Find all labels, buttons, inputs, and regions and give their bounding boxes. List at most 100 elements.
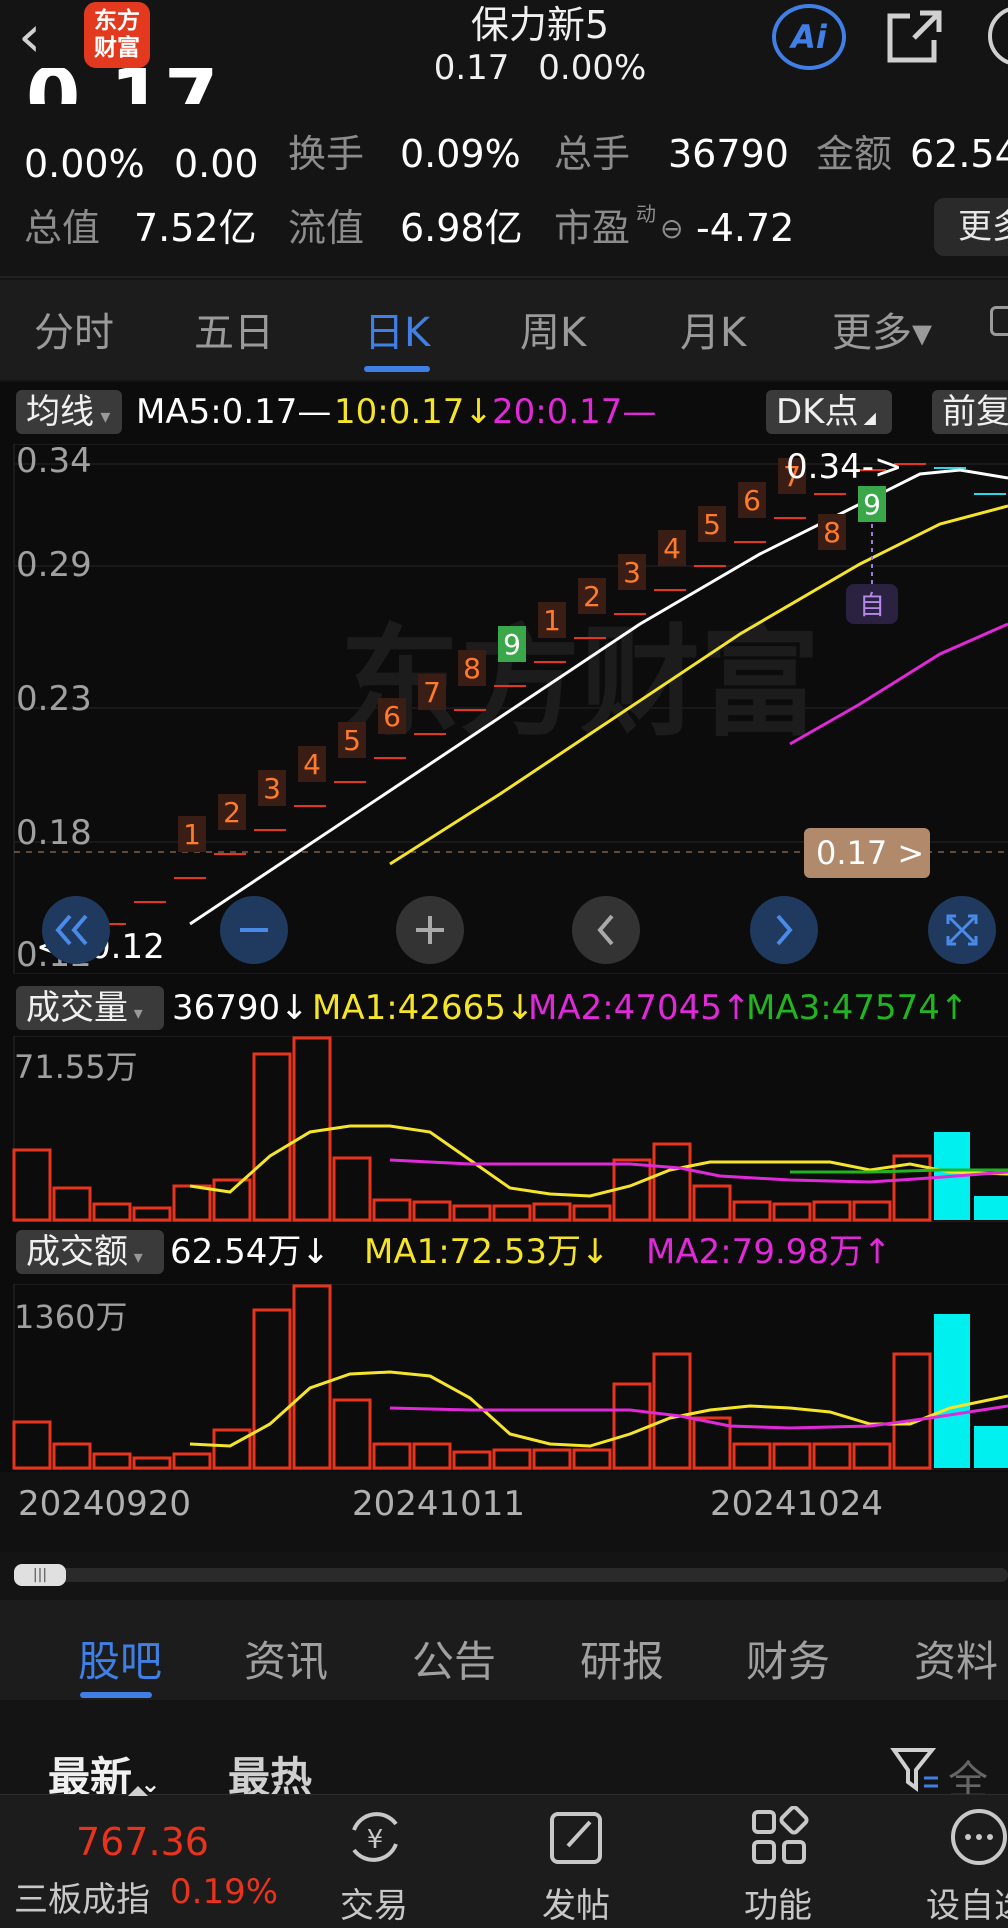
td-label-2: 2 [218,794,246,830]
logo-text-line2: 财富 [94,35,140,61]
ai-button[interactable]: Ai [772,4,846,70]
nav-functions[interactable]: 功能 [744,1878,812,1927]
tab-announcements[interactable]: 公告 [412,1628,496,1689]
amount-indicator-label: 成交额 [26,1232,128,1272]
volume-ymax: 71.55万 [14,1048,138,1086]
svg-text:8: 8 [823,516,841,549]
td-label-14: 5 [698,506,726,542]
fullscreen-icon[interactable] [926,894,998,966]
volume-value: 36790 [668,132,789,176]
scroll-left-icon[interactable] [570,894,642,966]
index-caret-icon [128,1786,148,1796]
price-line-tag[interactable]: 0.17 > [816,834,924,872]
amount-ma1: MA1:72.53万↓ [364,1232,610,1272]
header-change: 0.00% [538,48,647,88]
float-cap-value: 6.98亿 [400,206,523,250]
td-label-4: 4 [298,746,326,782]
kline-plot[interactable]: 东方财富 0.34 0.29 0.23 0.18 0.12 1 2 [0,444,1008,974]
td-label-13: 4 [658,530,686,566]
watermark: 东方财富 [340,614,820,753]
td-down-label-9: 9 [858,486,886,522]
yen-cycle-icon[interactable]: ¥ [344,1806,406,1868]
index-name[interactable]: 三板成指 [14,1872,150,1921]
td-label-7: 7 [418,674,446,710]
nav-post[interactable]: 发帖 [542,1878,610,1927]
tab-forum[interactable]: 股吧 [78,1628,162,1689]
pe-superscript: 动 [636,202,656,226]
tab-intraday[interactable]: 分时 [34,300,114,358]
tab-more[interactable]: 更多▾ [832,300,932,358]
adjust-button[interactable]: 前复 [932,390,1008,434]
divider [0,276,1008,278]
chart-scroll-track[interactable] [14,1568,1008,1582]
svg-text:8: 8 [463,652,481,685]
turnover-label: 换手 [288,132,365,176]
tab-research[interactable]: 研报 [580,1628,664,1689]
volume-ma1: MA1:42665↓ [312,988,535,1028]
td-label-9: 9 [498,626,526,662]
nav-add-watchlist[interactable]: 设自选 [926,1878,1008,1927]
logo-text-line1: 东方 [94,8,140,34]
volume-indicator-select[interactable]: 成交量 ▾ [16,986,164,1030]
svg-text:6: 6 [383,700,401,733]
svg-text:6: 6 [743,484,761,517]
svg-text:3: 3 [263,772,281,805]
tab-finance[interactable]: 财务 [746,1628,830,1689]
volume-ma3: MA3:47574↑ [746,988,969,1028]
tab-profile[interactable]: 资料 [914,1628,998,1689]
amount-ma2: MA2:79.98万↑ [646,1232,892,1272]
content-tab-indicator [80,1692,152,1698]
td-label-11: 2 [578,578,606,614]
header-price: 0.17 [433,48,510,88]
amount-plot-bg [13,1284,1008,1470]
turnover-value: 0.09% [400,132,521,176]
amount-plot[interactable]: 1360万 [0,1284,1008,1470]
edit-icon[interactable] [546,1806,608,1868]
grid-icon[interactable] [748,1806,810,1868]
indicator-select[interactable]: 均线 ▾ [16,390,122,434]
volume-indicator-label: 成交量 [26,988,128,1028]
index-value[interactable]: 767.36 [76,1820,209,1864]
svg-text:7: 7 [423,676,441,709]
x-tick: 20240920 [18,1484,192,1524]
share-icon[interactable] [884,8,944,66]
svg-text:2: 2 [583,580,601,613]
volume-current: 36790↓ [172,988,309,1028]
zoom-out-icon[interactable] [218,894,290,966]
scroll-start-icon[interactable] [40,894,112,966]
svg-text:4: 4 [663,532,681,565]
ma10-legend: 10:0.17↓ [334,392,493,432]
tab-daily-k[interactable]: 日K [364,300,430,358]
nav-trade[interactable]: 交易 [340,1878,408,1927]
tab-monthly-k[interactable]: 月K [680,300,746,358]
filter-icon[interactable] [890,1744,940,1794]
header-price-line: 0.17 0.00% [380,48,700,88]
td-label-12: 3 [618,554,646,590]
y-tick: 0.34 [16,444,92,481]
svg-text:¥: ¥ [367,1825,384,1855]
change-pct: 0.00% [24,142,145,186]
tab-five-day[interactable]: 五日 [194,300,274,358]
amount-ymax: 1360万 [14,1298,127,1336]
y-tick: 0.18 [16,813,92,853]
volume-plot[interactable]: 71.55万 [0,1036,1008,1222]
td-label-8: 8 [458,650,486,686]
scroll-right-icon[interactable] [748,894,820,966]
tab-weekly-k[interactable]: 周K [520,300,586,358]
float-cap-label: 流值 [288,206,365,250]
tab-news[interactable]: 资讯 [244,1628,328,1689]
info-dots-icon[interactable]: ⊖ [660,212,683,245]
settings-icon[interactable] [990,306,1008,336]
back-icon[interactable]: ‹ [18,7,68,65]
more-quote-button[interactable]: 更多 [934,198,1008,256]
chart-scroll-handle[interactable]: ||| [14,1564,66,1586]
more-circle-icon[interactable] [948,1806,1008,1868]
amount-indicator-select[interactable]: 成交额 ▾ [16,1230,164,1274]
pe-value: -4.72 [696,206,795,250]
dk-point-button[interactable]: DK点 ◢ [766,390,892,434]
svg-text:2: 2 [223,796,241,829]
svg-text:1: 1 [543,604,561,637]
tab-active-indicator [364,366,430,372]
td-label-6: 6 [378,698,406,734]
zoom-in-icon[interactable] [394,894,466,966]
